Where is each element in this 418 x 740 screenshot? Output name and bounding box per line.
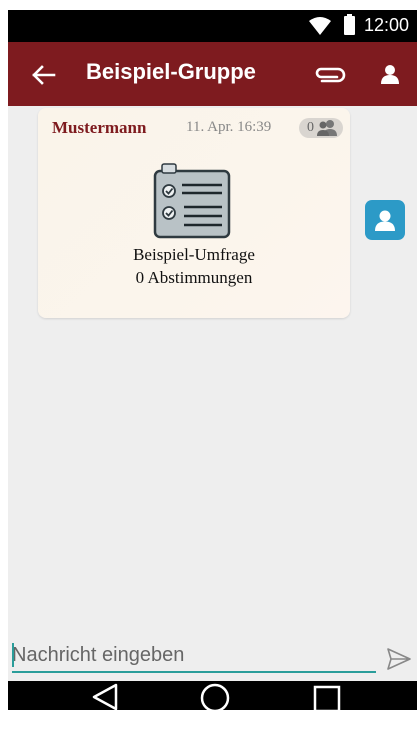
back-button[interactable]	[28, 60, 60, 90]
attach-button[interactable]	[310, 62, 350, 88]
read-count: 0	[307, 120, 314, 135]
message-composer	[8, 631, 417, 681]
text-caret	[12, 643, 14, 667]
battery-icon	[344, 14, 355, 35]
app-bar: Beispiel-Gruppe	[8, 42, 417, 106]
paperclip-icon	[315, 67, 346, 83]
nav-recents-icon[interactable]	[312, 685, 342, 710]
members-button[interactable]	[376, 60, 404, 88]
avatar[interactable]	[365, 200, 405, 240]
message-timestamp: 11. Apr. 16:39	[186, 119, 272, 135]
clipboard-checklist-icon[interactable]	[152, 162, 232, 240]
nav-home-icon[interactable]	[199, 683, 231, 710]
wifi-icon	[309, 17, 331, 35]
chat-area[interactable]: Mustermann 11. Apr. 16:39 0 Beispiel-Umf…	[8, 106, 417, 631]
send-icon	[387, 648, 411, 670]
status-time: 12:00	[364, 15, 410, 35]
message-sender: Mustermann	[52, 118, 147, 137]
people-icon	[317, 120, 337, 136]
poll-vote-count: 0 Abstimmungen	[135, 268, 253, 287]
person-icon	[375, 210, 395, 231]
read-receipts-badge[interactable]: 0	[299, 118, 343, 138]
poll-title: Beispiel-Umfrage	[133, 245, 255, 264]
app-frame: 12:00 Beispiel-Gruppe Mustermann 11. Apr…	[8, 10, 417, 710]
status-bar: 12:00	[8, 10, 417, 42]
send-button[interactable]	[385, 645, 413, 673]
poll-message-bubble[interactable]: Mustermann 11. Apr. 16:39 0 Beispiel-Umf…	[38, 108, 350, 318]
person-icon	[381, 65, 399, 84]
system-nav-bar	[8, 681, 417, 710]
arrow-back-icon	[32, 65, 56, 85]
message-input[interactable]	[12, 639, 376, 673]
page-title: Beispiel-Gruppe	[86, 59, 256, 84]
nav-back-icon[interactable]	[90, 683, 120, 710]
